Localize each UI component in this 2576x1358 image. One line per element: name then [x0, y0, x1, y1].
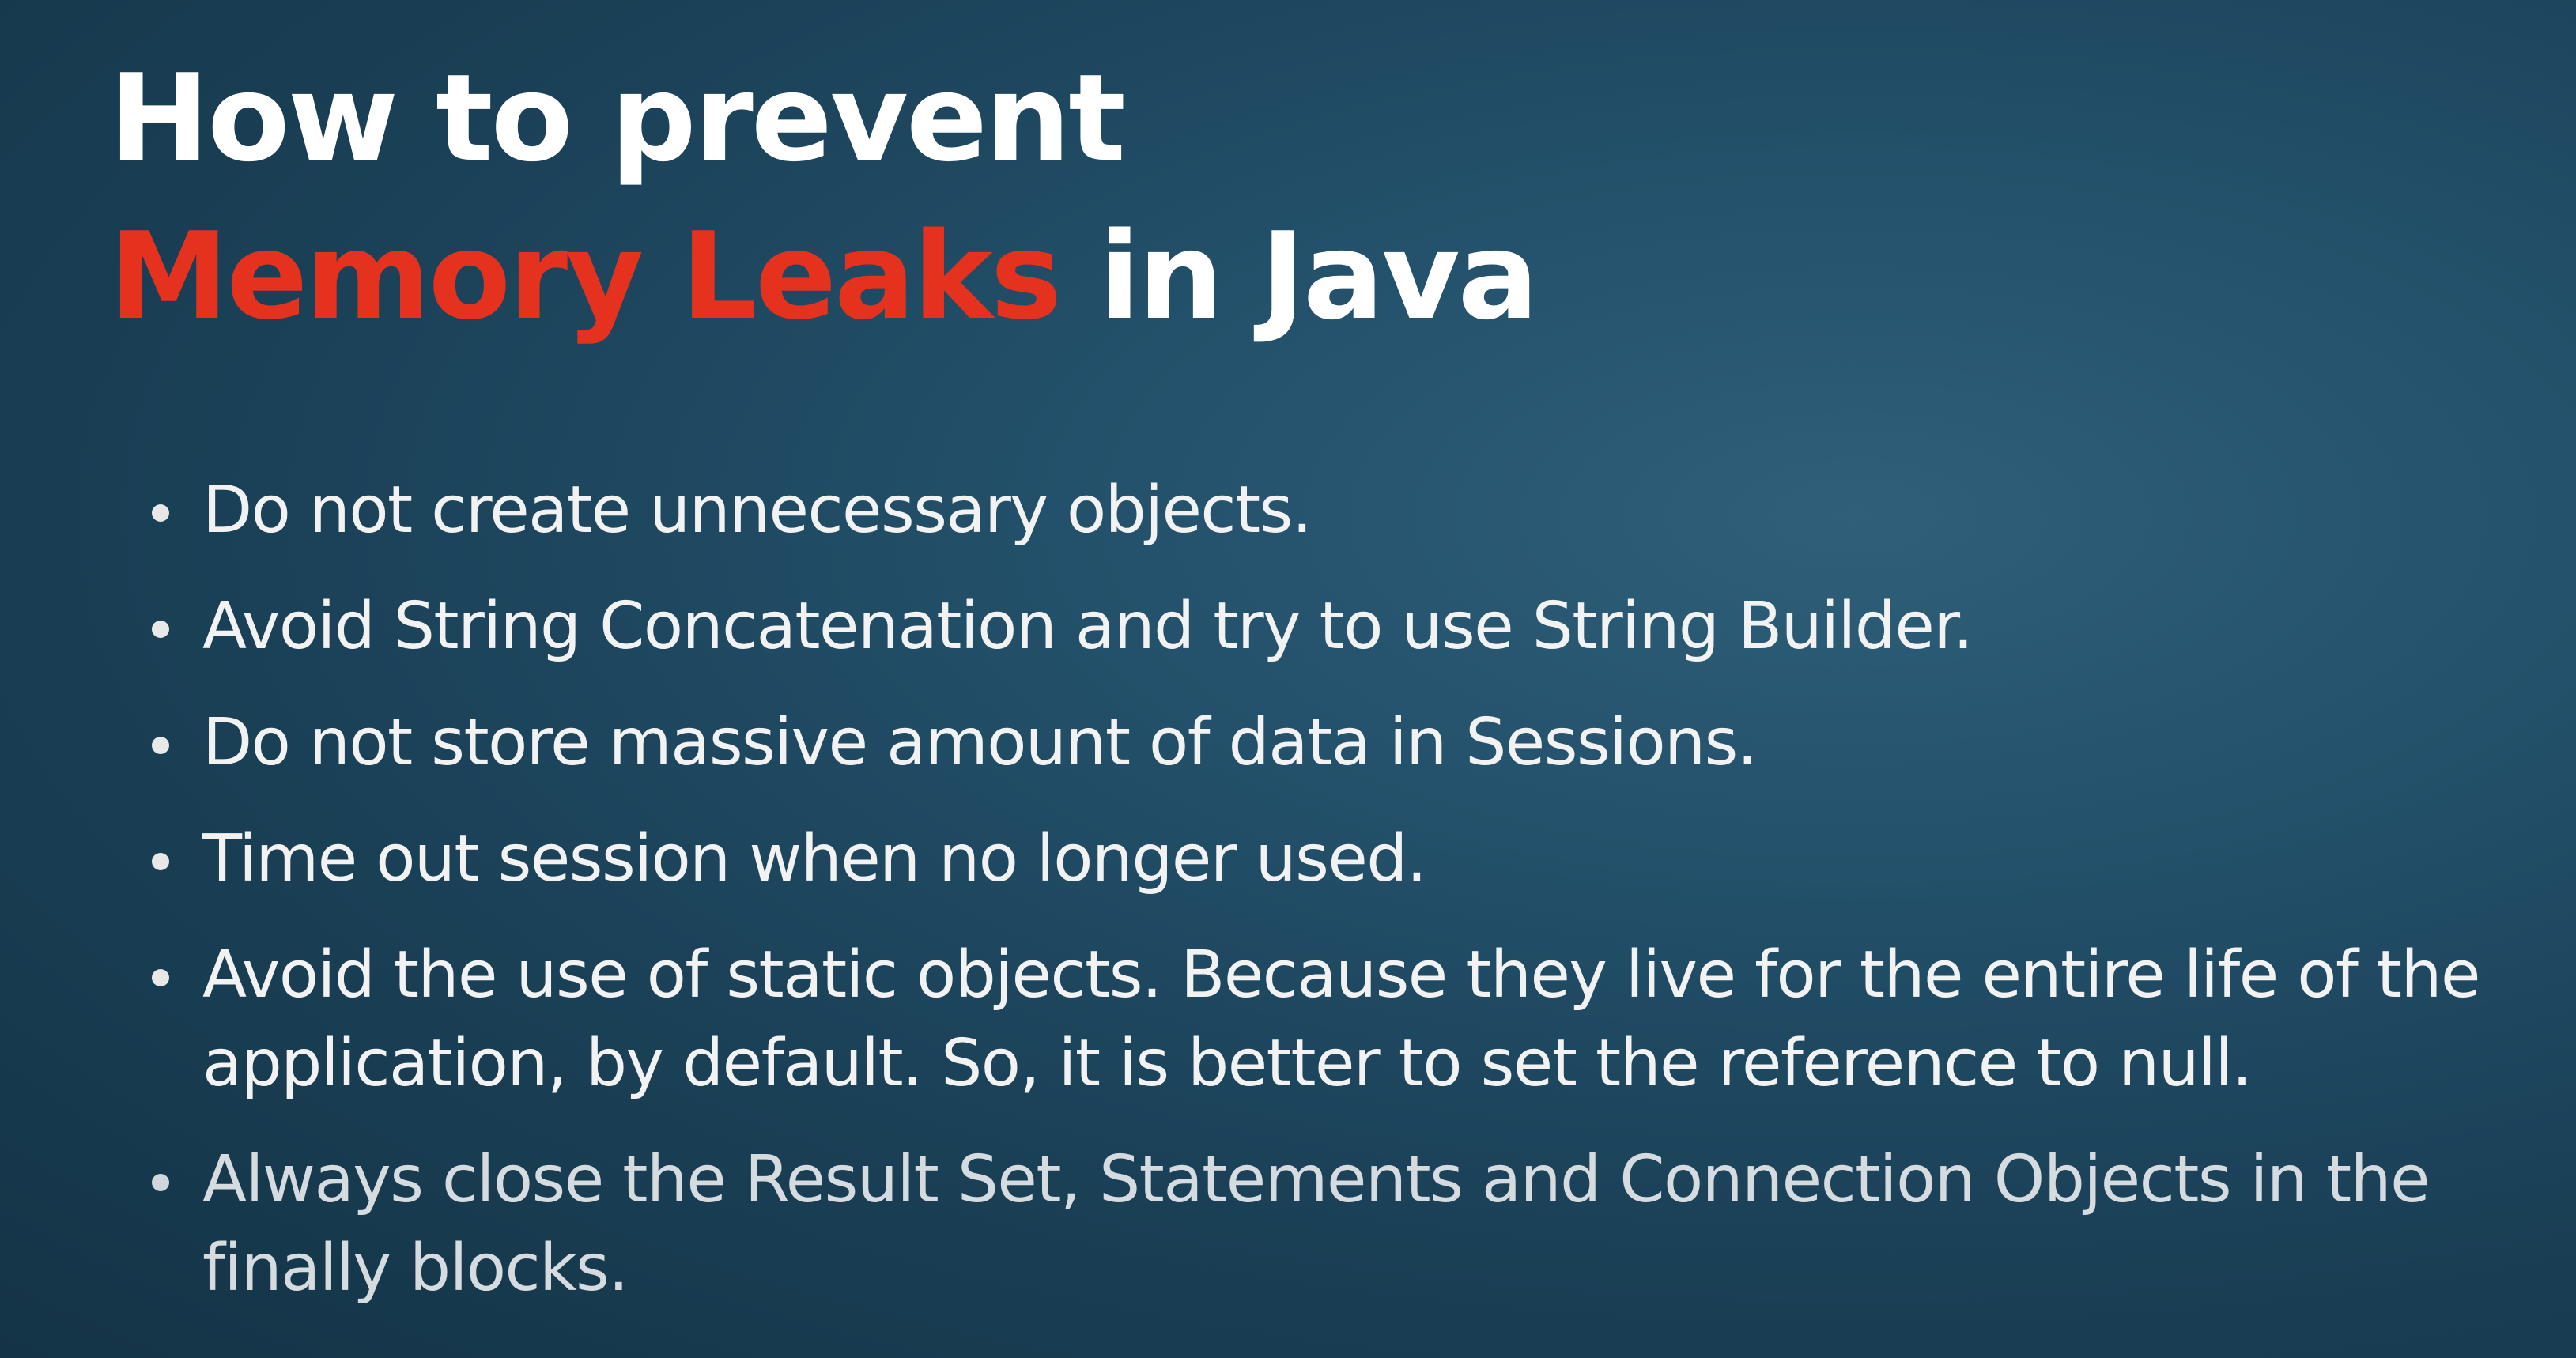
bullet-text: Avoid the use of static objects. Because… [202, 937, 2480, 1101]
bullet-item-2: Avoid String Concatenation and try to us… [142, 583, 2546, 671]
bullet-dot-icon [152, 969, 169, 986]
bullet-dot-icon [152, 853, 169, 870]
bullet-text: Always close the Result Set, Statements … [202, 1142, 2431, 1306]
bullet-dot-icon [152, 621, 169, 638]
bullet-dot-icon [152, 737, 169, 754]
bullet-text: Time out session when no longer used. [202, 821, 1427, 896]
title-line-2: Memory Leaks in Java [109, 198, 1539, 356]
title-line-1: How to prevent [109, 48, 1126, 188]
bullet-item-1: Do not create unnecessary objects. [142, 466, 2546, 555]
slide-title: How to prevent Memory Leaks in Java [109, 40, 1539, 356]
bullet-item-6: Always close the Result Set, Statements … [142, 1136, 2546, 1313]
bullet-item-3: Do not store massive amount of data in S… [142, 699, 2546, 787]
bullet-text: Do not create unnecessary objects. [202, 473, 1313, 548]
bullet-list: Do not create unnecessary objects. Avoid… [142, 466, 2546, 1341]
slide: How to prevent Memory Leaks in Java Do n… [0, 0, 2576, 1358]
bullet-text: Avoid String Concatenation and try to us… [202, 589, 1974, 664]
bullet-dot-icon [152, 504, 169, 522]
bullet-dot-icon [152, 1174, 169, 1191]
bullet-item-5: Avoid the use of static objects. Because… [142, 931, 2546, 1108]
bullet-text: Do not store massive amount of data in S… [202, 705, 1758, 780]
bullet-item-4: Time out session when no longer used. [142, 815, 2546, 903]
title-accent: Memory Leaks [109, 206, 1062, 346]
title-rest: in Java [1059, 206, 1539, 346]
